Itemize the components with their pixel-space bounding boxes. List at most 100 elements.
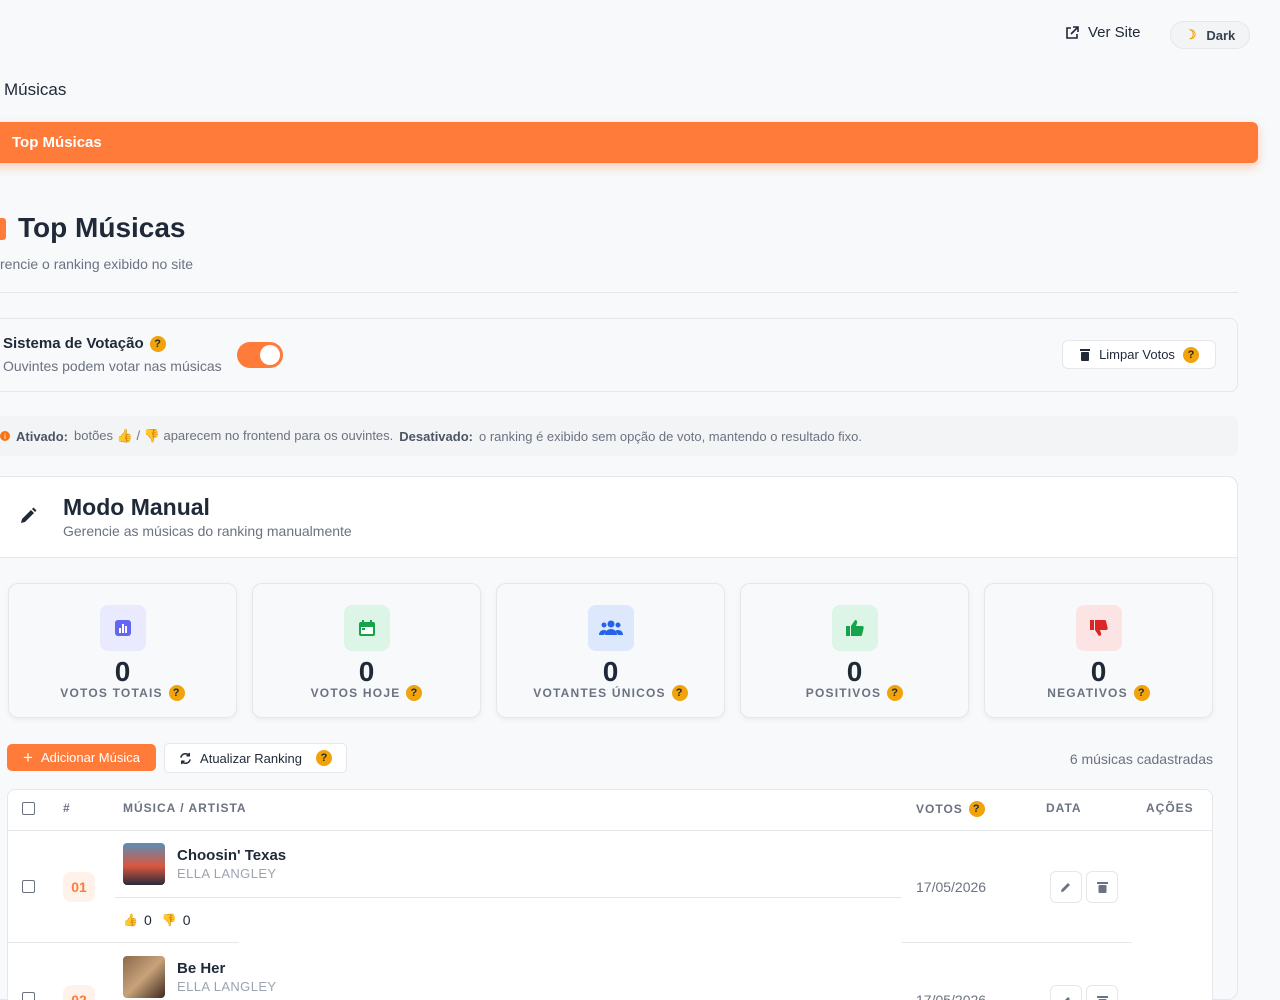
pencil-icon: [1061, 883, 1070, 892]
song-date: 17/05/2026: [916, 992, 987, 1000]
thumbs-down-icon: [1076, 605, 1122, 651]
deactivated-label: Desativado:: [399, 428, 473, 444]
stat-label: VOTOS TOTAIS?: [9, 685, 236, 701]
header-divider: [8, 830, 1212, 831]
help-icon[interactable]: ?: [968, 801, 985, 817]
song-title: Choosin' Texas: [177, 847, 287, 864]
tab-top-musicas[interactable]: Top Músicas: [0, 122, 1258, 163]
song-date: 17/05/2026: [916, 879, 987, 895]
clear-votes-label: Limpar Votos: [1099, 347, 1175, 362]
info-icon: i: [0, 431, 10, 441]
refresh-ranking-label: Atualizar Ranking: [200, 750, 302, 766]
help-icon[interactable]: ?: [671, 685, 688, 701]
row-divider: [902, 942, 1132, 943]
pencil-icon: [1065, 997, 1070, 1000]
pencil-icon: [18, 506, 38, 531]
ver-site-link[interactable]: Ver Site: [1064, 24, 1141, 41]
refresh-icon: [180, 752, 191, 764]
votes-header-text: VOTOS: [916, 802, 963, 816]
album-cover: [123, 956, 165, 998]
help-icon[interactable]: ?: [1133, 685, 1150, 701]
stat-value: 0: [846, 656, 863, 687]
music-icon: [0, 218, 6, 240]
dark-mode-toggle[interactable]: ☽ Dark: [1170, 21, 1250, 49]
delete-button[interactable]: [1086, 871, 1118, 903]
stat-label-text: VOTOS TOTAIS: [60, 686, 163, 700]
stat-label: NEGATIVOS?: [985, 685, 1212, 701]
song-artist: ELLA LANGLEY: [177, 866, 277, 881]
page-subtitle: rencie o ranking exibido no site: [0, 256, 194, 272]
moon-icon: ☽: [1184, 27, 1197, 42]
edit-button[interactable]: [1050, 871, 1082, 903]
col-header-actions: AÇÕES: [1146, 801, 1194, 815]
song-title: Be Her: [177, 960, 226, 977]
external-link-icon: [1066, 25, 1079, 39]
voting-title-text: Sistema de Votação: [3, 335, 144, 352]
stat-label: VOTANTES ÚNICOS?: [497, 685, 724, 701]
stat-label-text: NEGATIVOS: [1047, 686, 1128, 700]
thumbs-up-icon: [832, 605, 878, 651]
stat-value: 0: [358, 656, 375, 687]
rank-badge: 02: [63, 985, 95, 1000]
voting-system-description: Ouvintes podem votar nas músicas: [3, 358, 222, 374]
add-music-button[interactable]: + Adicionar Música: [7, 744, 156, 771]
clear-votes-button[interactable]: Limpar Votos ?: [1062, 340, 1216, 369]
help-icon[interactable]: ?: [406, 685, 423, 701]
stat-card-votos-hoje: 0 VOTOS HOJE?: [252, 583, 481, 718]
users-icon: [588, 605, 634, 651]
thumbs-up-icon[interactable]: 👍: [123, 913, 138, 927]
select-all-checkbox[interactable]: [22, 802, 35, 815]
stat-label: VOTOS HOJE?: [253, 685, 480, 701]
stat-label: POSITIVOS?: [741, 685, 968, 701]
thumbs-down-icon[interactable]: 👎: [162, 913, 177, 927]
trash-icon: [1096, 996, 1108, 1000]
up-votes: 0: [143, 912, 152, 928]
activated-text: botões 👍 / 👎 aparecem no frontend para o…: [74, 428, 394, 443]
album-cover: [123, 843, 165, 885]
edit-button[interactable]: [1050, 985, 1082, 1000]
stat-value: 0: [1090, 656, 1107, 687]
down-votes: 0: [182, 912, 191, 928]
help-icon[interactable]: ?: [168, 685, 185, 701]
help-icon[interactable]: ?: [887, 685, 904, 701]
col-header-votes[interactable]: VOTOS?: [916, 801, 985, 817]
stat-label-text: POSITIVOS: [805, 686, 882, 700]
stat-card-votantes-unicos: 0 VOTANTES ÚNICOS?: [496, 583, 725, 718]
row-checkbox[interactable]: [22, 992, 35, 1000]
col-header-num: #: [63, 801, 71, 815]
divider: [0, 292, 1238, 293]
song-artist: ELLA LANGLEY: [177, 979, 277, 994]
vote-counts: 👍 0 👎 0: [123, 912, 191, 928]
col-header-date: DATA: [1046, 801, 1082, 815]
stat-card-positivos: 0 POSITIVOS?: [740, 583, 969, 718]
activated-label: Ativado:: [16, 428, 68, 444]
plus-icon: +: [23, 748, 33, 767]
calendar-icon: [344, 605, 390, 651]
row-divider: [8, 942, 239, 943]
help-icon[interactable]: ?: [1182, 346, 1199, 363]
help-icon[interactable]: ?: [149, 335, 166, 352]
voting-system-card: [0, 318, 1238, 392]
stat-card-votos-totais: 0 VOTOS TOTAIS?: [8, 583, 237, 718]
trash-icon: [1080, 349, 1091, 361]
music-count: 6 músicas cadastradas: [1069, 751, 1213, 767]
col-header-music: MÚSICA / ARTISTA: [123, 801, 247, 815]
info-bar: i Ativado: botões 👍 / 👎 aparecem no fron…: [0, 416, 1238, 456]
stat-label-text: VOTANTES ÚNICOS: [533, 686, 666, 700]
chart-icon: [100, 605, 146, 651]
row-checkbox[interactable]: [22, 880, 35, 893]
rank-badge: 01: [63, 872, 95, 902]
refresh-ranking-button[interactable]: Atualizar Ranking ?: [164, 743, 347, 773]
deactivated-text: o ranking é exibido sem opção de voto, m…: [478, 428, 863, 444]
voting-system-title: Sistema de Votação ?: [3, 335, 166, 352]
ver-site-label: Ver Site: [1088, 24, 1141, 41]
voting-toggle[interactable]: [237, 342, 283, 368]
row-divider: [115, 897, 902, 898]
help-icon[interactable]: ?: [315, 750, 332, 766]
stat-label-text: VOTOS HOJE: [310, 686, 401, 700]
delete-button[interactable]: [1086, 985, 1118, 1000]
toggle-knob: [260, 345, 280, 365]
add-music-label: Adicionar Música: [40, 750, 140, 765]
page-title: Top Músicas: [18, 212, 186, 243]
breadcrumb[interactable]: Músicas: [4, 80, 66, 100]
